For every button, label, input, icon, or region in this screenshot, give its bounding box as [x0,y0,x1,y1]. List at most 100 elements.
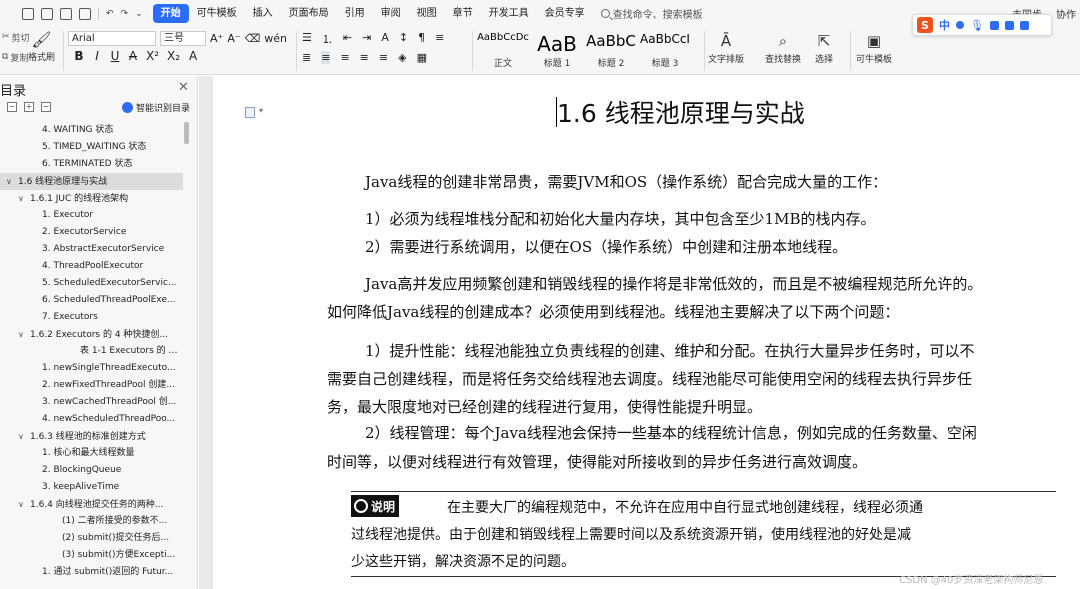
ime-language[interactable]: 中 [939,17,950,33]
toc-item[interactable]: 3. newCachedThreadPool 创... [0,394,183,411]
toc-item[interactable]: 2. BlockingQueue [0,462,183,479]
grow-font-icon[interactable]: A⁺ [210,32,223,45]
delete-entry-icon[interactable]: − [41,102,51,112]
microphone-icon[interactable]: 🎙 [970,19,984,32]
chevron-down-icon[interactable]: ▾ [259,106,263,115]
chevron-down-icon[interactable]: ∨ [6,173,18,190]
copy-button[interactable]: ⧉ 复制 [2,50,30,64]
chinese-layout-icon[interactable]: A [381,31,389,47]
menu-tab[interactable]: 引用 [337,4,373,23]
toc-item[interactable]: 4. WAITING 状态 [0,122,183,139]
find-replace-button[interactable]: ⌕ 查找替换 [765,30,801,65]
toc-item[interactable]: 7. Executors [0,309,183,326]
text-layout-button[interactable]: Ā 文字排版 [708,30,744,65]
chevron-down-icon[interactable]: ∨ [18,326,30,343]
style-item[interactable]: AaBbCcDc 正文 [477,29,529,71]
menu-tab[interactable]: 可牛模板 [189,4,245,23]
menu-tab[interactable]: 章节 [445,4,481,23]
expand-all-icon[interactable]: + [24,102,34,112]
style-item[interactable]: AaBbC 标题 2 [585,29,637,71]
menu-tab[interactable]: 页面布局 [281,4,337,23]
align-right-icon[interactable]: ≡ [340,51,349,64]
font-name-select[interactable]: Arial [68,31,156,46]
toc-item[interactable]: 3. AbstractExecutorService [0,241,183,258]
toc-item[interactable]: 1. newSingleThreadExecuto... [0,360,183,377]
close-icon[interactable]: ✕ [178,80,189,95]
toc-item[interactable]: (1) 二者所接受的参数不... [0,513,183,530]
document-area[interactable]: ▾ 1.6 线程池原理与实战 Java线程的创建非常昂贵，需要JVM和OS（操作… [199,76,1080,589]
chevron-down-icon[interactable]: ∨ [18,190,30,207]
clear-format-icon[interactable]: ⌫ [245,32,261,45]
toc-item[interactable]: 6. ScheduledThreadPoolExe... [0,292,183,309]
superscript-button[interactable]: X² [146,49,159,63]
paragraph-icon[interactable] [245,107,255,118]
toc-item[interactable]: 2. ExecutorService [0,224,183,241]
align-left-icon[interactable]: ≡ [379,51,388,64]
toc-item[interactable]: ∨ 1.6.3 线程池的标准创建方式 [0,428,183,445]
collapse-all-icon[interactable]: − [7,102,17,112]
align-center-icon[interactable]: ≡ [321,51,331,64]
ime-toolbar[interactable]: S 中 🎙 [912,14,1052,36]
collaborate-button[interactable]: 协作 [1056,6,1076,21]
border-icon[interactable]: ▦ [417,51,427,64]
print-icon[interactable] [60,7,72,20]
skin-icon[interactable] [1004,20,1014,30]
print-preview-icon[interactable] [79,7,91,20]
menu-tab[interactable]: 会员专享 [537,4,593,23]
toc-item[interactable]: 4. newScheduledThreadPoo... [0,411,183,428]
output-pdf-icon[interactable] [41,7,53,20]
strikethrough-button[interactable]: A [128,49,138,63]
cut-button[interactable]: ✂ 剪切 [2,30,30,44]
menu-tab[interactable]: 开发工具 [481,4,537,23]
phonetic-icon[interactable]: wén [264,32,287,45]
italic-button[interactable]: I [92,49,102,63]
chevron-down-icon[interactable]: ⌄ [135,9,143,19]
increase-indent-icon[interactable]: ⇥ [362,31,371,47]
menu-tab[interactable]: 审阅 [373,4,409,23]
underline-button[interactable]: U [110,49,120,63]
save-icon[interactable] [22,7,34,20]
ime-punctuation-icon[interactable] [956,21,964,29]
toc-item[interactable]: ∨ 1.6.2 Executors 的 4 种快捷创... [0,326,183,343]
chevron-down-icon[interactable]: ∨ [18,496,30,513]
align-justify-icon[interactable]: ≣ [302,51,311,64]
toolbox-icon[interactable] [1019,20,1029,30]
decrease-indent-icon[interactable]: ⇤ [343,31,352,47]
undo-icon[interactable]: ↶ [106,9,114,19]
menu-tab[interactable]: 插入 [245,4,281,23]
toc-item[interactable]: 2. newFixedThreadPool 创建... [0,377,183,394]
toc-item[interactable]: 1. Executor [0,207,183,224]
sort-icon[interactable]: ↕ [399,31,408,47]
toc-item[interactable]: 4. ThreadPoolExecutor [0,258,183,275]
toc-item[interactable]: 3. keepAliveTime [0,479,183,496]
bullet-list-icon[interactable]: ☰ [302,31,312,47]
command-search[interactable]: 查找命令、搜索模板 [600,6,703,21]
redo-icon[interactable]: ↷ [121,9,129,19]
bold-button[interactable]: B [74,49,84,63]
font-size-select[interactable]: 三号 [160,31,206,46]
shading-icon[interactable]: ◈ [398,51,406,64]
numbered-list-icon[interactable]: ⒈ [322,31,333,47]
toc-item[interactable]: ∨ 1.6.1 JUC 的线程池架构 [0,190,183,207]
subscript-button[interactable]: X₂ [167,49,180,63]
shrink-font-icon[interactable]: A⁻ [227,32,240,45]
align-distributed-icon[interactable]: ≡ [360,51,369,64]
menu-tab[interactable]: 开始 [152,4,189,23]
toc-item[interactable]: (3) submit()方便Excepti... [0,547,183,564]
font-color-button[interactable]: A [188,49,198,63]
line-spacing-icon[interactable]: ≡ [435,31,444,47]
style-item[interactable]: AaB 标题 1 [531,29,583,71]
toc-item[interactable]: 1. 通过 submit()返回的 Futur... [0,564,183,581]
toc-item[interactable]: (2) submit()提交任务后... [0,530,183,547]
style-item[interactable]: AaBbCcI 标题 3 [639,29,691,71]
select-button[interactable]: ⇱ 选择 [815,30,833,65]
toc-item[interactable]: ∨ 1.6.4 向线程池提交任务的两种... [0,496,183,513]
toc-item[interactable]: 1. 核心和最大线程数量 [0,445,183,462]
show-marks-icon[interactable]: ¶ [418,31,425,47]
toc-item[interactable]: 5. TIMED_WAITING 状态 [0,139,183,156]
template-button[interactable]: ▣ 可牛模板 [856,30,892,65]
toc-scrollbar[interactable] [184,122,189,144]
menu-tab[interactable]: 视图 [409,4,445,23]
keyboard-icon[interactable] [989,20,999,30]
toc-item[interactable]: 表 1-1 Executors 的 4 ... [0,343,183,360]
